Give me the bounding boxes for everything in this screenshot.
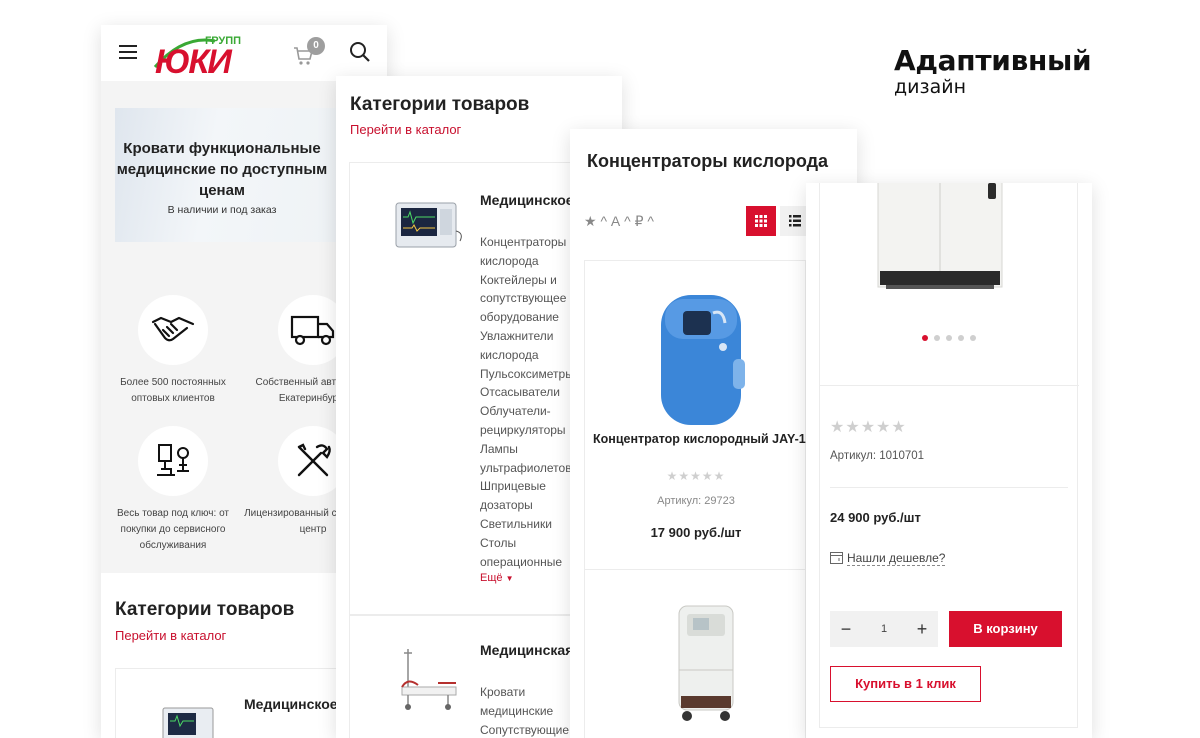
panel-title: Категории товаров	[350, 94, 530, 115]
promo-banner[interactable]: Кровати функциональные медицинские по до…	[115, 108, 355, 242]
sort-controls[interactable]: ★ ^ А ^ ₽ ^	[584, 213, 654, 230]
cart-button[interactable]: 0	[293, 37, 327, 69]
product-photo[interactable]	[876, 183, 1004, 297]
listing-title: Концентраторы кислорода	[587, 151, 829, 171]
search-icon[interactable]	[349, 41, 371, 63]
chevron-down-icon: ▼	[505, 574, 514, 583]
add-to-cart-button[interactable]: В корзину	[949, 611, 1062, 647]
catalog-link[interactable]: Перейти в каталог	[350, 122, 461, 137]
product-article: Артикул: 1010701	[830, 450, 925, 462]
product-price: 24 900 руб./шт	[830, 510, 921, 525]
headline-subtitle: дизайн	[894, 76, 967, 98]
mobile-header: ГРУПП ЮКИ 0	[101, 25, 387, 81]
headline: Адаптивный дизайн	[894, 44, 1092, 99]
quantity-stepper[interactable]: − +	[830, 611, 938, 647]
price-tag-icon	[830, 552, 843, 564]
handshake-icon	[138, 295, 208, 365]
catalog-link[interactable]: Перейти в каталог	[115, 628, 226, 643]
product-detail-panel: ★★★★★ Артикул: 1010701 24 900 руб./шт На…	[806, 183, 1092, 738]
product-price: 17 900 руб./шт	[650, 525, 742, 540]
found-cheaper-link[interactable]: Нашли дешевле?	[830, 551, 946, 566]
banner-subtitle: В наличии и под заказ	[167, 204, 277, 216]
feature-text: Более 500 постоянных оптовых клиентов	[120, 377, 226, 404]
banner-title: Кровати функциональные медицинские по до…	[116, 140, 328, 199]
feature-text: Весь товар под ключ: от покупки до серви…	[116, 508, 229, 551]
cart-count-badge: 0	[307, 37, 325, 55]
burger-menu-icon[interactable]	[119, 45, 137, 61]
medical-bed-image	[401, 649, 457, 710]
carousel-dots[interactable]	[922, 328, 982, 346]
plus-icon[interactable]: +	[906, 611, 938, 647]
feature-clients: Более 500 постоянных оптовых клиентов	[103, 295, 243, 407]
rating-stars-icon[interactable]: ★★★★★	[830, 417, 907, 437]
feature-turnkey: Весь товар под ключ: от покупки до серви…	[103, 426, 243, 554]
section-title: Категории товаров	[115, 599, 295, 620]
oxygen-concentrator-blue-image	[661, 295, 745, 425]
logo-main-text: ЮКИ	[155, 43, 233, 77]
quantity-field[interactable]	[862, 611, 906, 647]
brand-logo[interactable]: ГРУПП ЮКИ	[153, 31, 257, 81]
product-card[interactable]: Концентратор кислородный JAY-10 ★★★★★ Ар…	[584, 260, 807, 570]
patient-monitor-image	[395, 202, 462, 248]
product-article: Артикул: 29723	[657, 495, 735, 507]
microscope-icon	[138, 426, 208, 496]
show-more-link[interactable]: Ещё ▼	[480, 572, 514, 584]
product-name[interactable]: Концентратор кислородный JAY-10	[585, 431, 807, 448]
category-card[interactable]: Медицинское оборудование	[115, 668, 387, 738]
subcategory-list[interactable]: Кровати медицинские Сопутствующие	[480, 683, 569, 738]
grid-view-icon[interactable]	[746, 206, 776, 236]
headline-title: Адаптивный	[894, 44, 1092, 77]
product-detail-card: ★★★★★ Артикул: 1010701 24 900 руб./шт На…	[819, 183, 1079, 728]
divider	[830, 487, 1068, 488]
oxygen-concentrator-white-image	[678, 605, 734, 721]
product-card[interactable]	[584, 569, 806, 738]
minus-icon[interactable]: −	[830, 611, 862, 647]
divider	[820, 385, 1079, 386]
buy-one-click-button[interactable]: Купить в 1 клик	[830, 666, 981, 702]
rating-stars-icon: ★★★★★	[666, 469, 726, 483]
monitor-image	[162, 707, 214, 738]
